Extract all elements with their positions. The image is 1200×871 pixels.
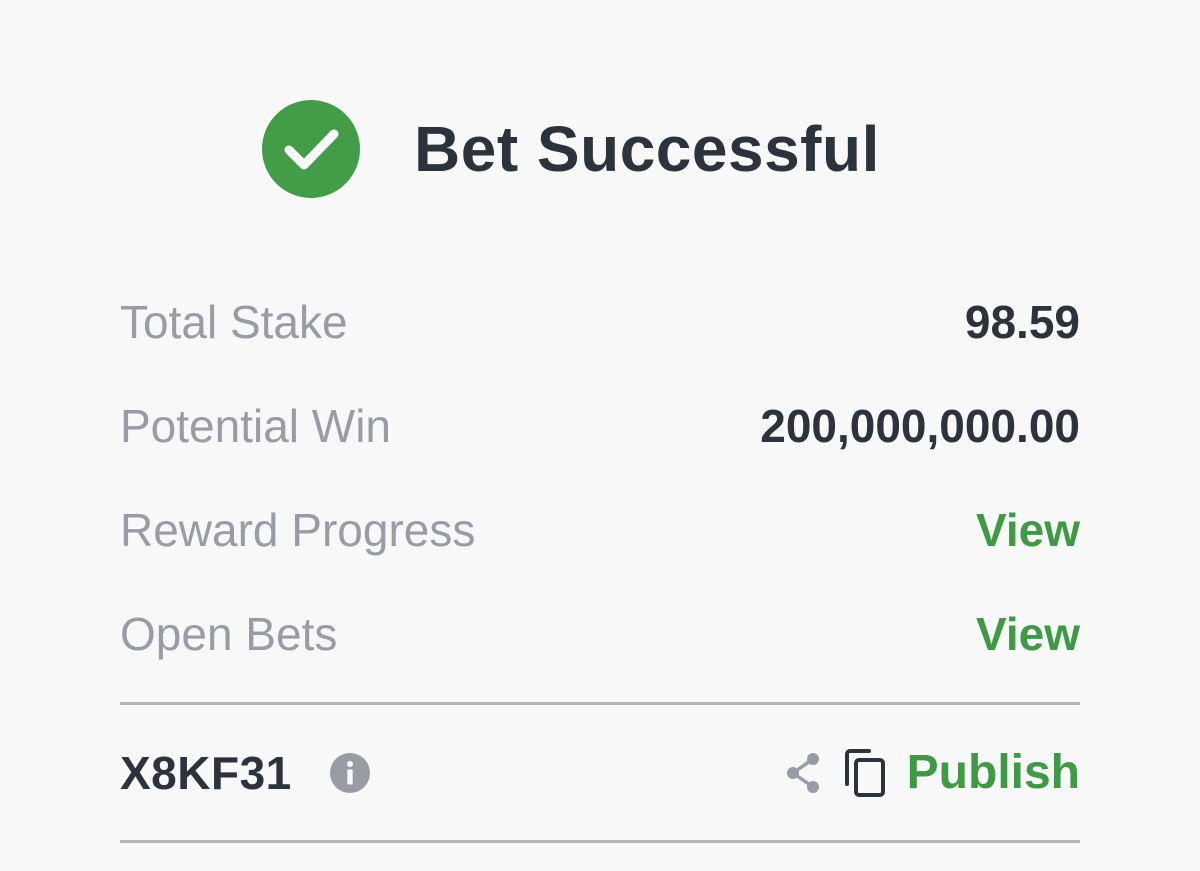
open-bets-label: Open Bets	[120, 608, 338, 660]
potential-win-value: 200,000,000.00	[760, 400, 1080, 452]
page-title: Bet Successful	[414, 113, 880, 185]
share-actions: Publish	[783, 745, 1080, 800]
bet-summary: Total Stake 98.59 Potential Win 200,000,…	[120, 270, 1080, 686]
bet-code-bar: X8KF31 Publish	[120, 705, 1080, 840]
reward-progress-label: Reward Progress	[120, 504, 476, 556]
reward-progress-row: Reward Progress View	[120, 478, 1080, 582]
copy-icon[interactable]	[843, 748, 887, 798]
total-stake-row: Total Stake 98.59	[120, 270, 1080, 374]
publish-button[interactable]: Publish	[907, 745, 1080, 800]
bet-code: X8KF31	[120, 746, 292, 799]
total-stake-label: Total Stake	[120, 296, 348, 348]
potential-win-label: Potential Win	[120, 400, 392, 452]
reward-progress-view-link[interactable]: View	[976, 503, 1080, 557]
potential-win-row: Potential Win 200,000,000.00	[120, 374, 1080, 478]
divider	[120, 840, 1080, 843]
open-bets-view-link[interactable]: View	[976, 607, 1080, 661]
share-icon[interactable]	[783, 751, 823, 795]
bet-success-header: Bet Successful	[262, 100, 880, 198]
open-bets-row: Open Bets View	[120, 582, 1080, 686]
info-icon[interactable]	[329, 752, 370, 793]
bet-confirmation-page: Bet Successful Total Stake 98.59 Potenti…	[0, 0, 1200, 871]
bet-code-group: X8KF31	[120, 746, 370, 800]
total-stake-value: 98.59	[964, 296, 1080, 348]
check-circle-icon	[262, 100, 360, 198]
